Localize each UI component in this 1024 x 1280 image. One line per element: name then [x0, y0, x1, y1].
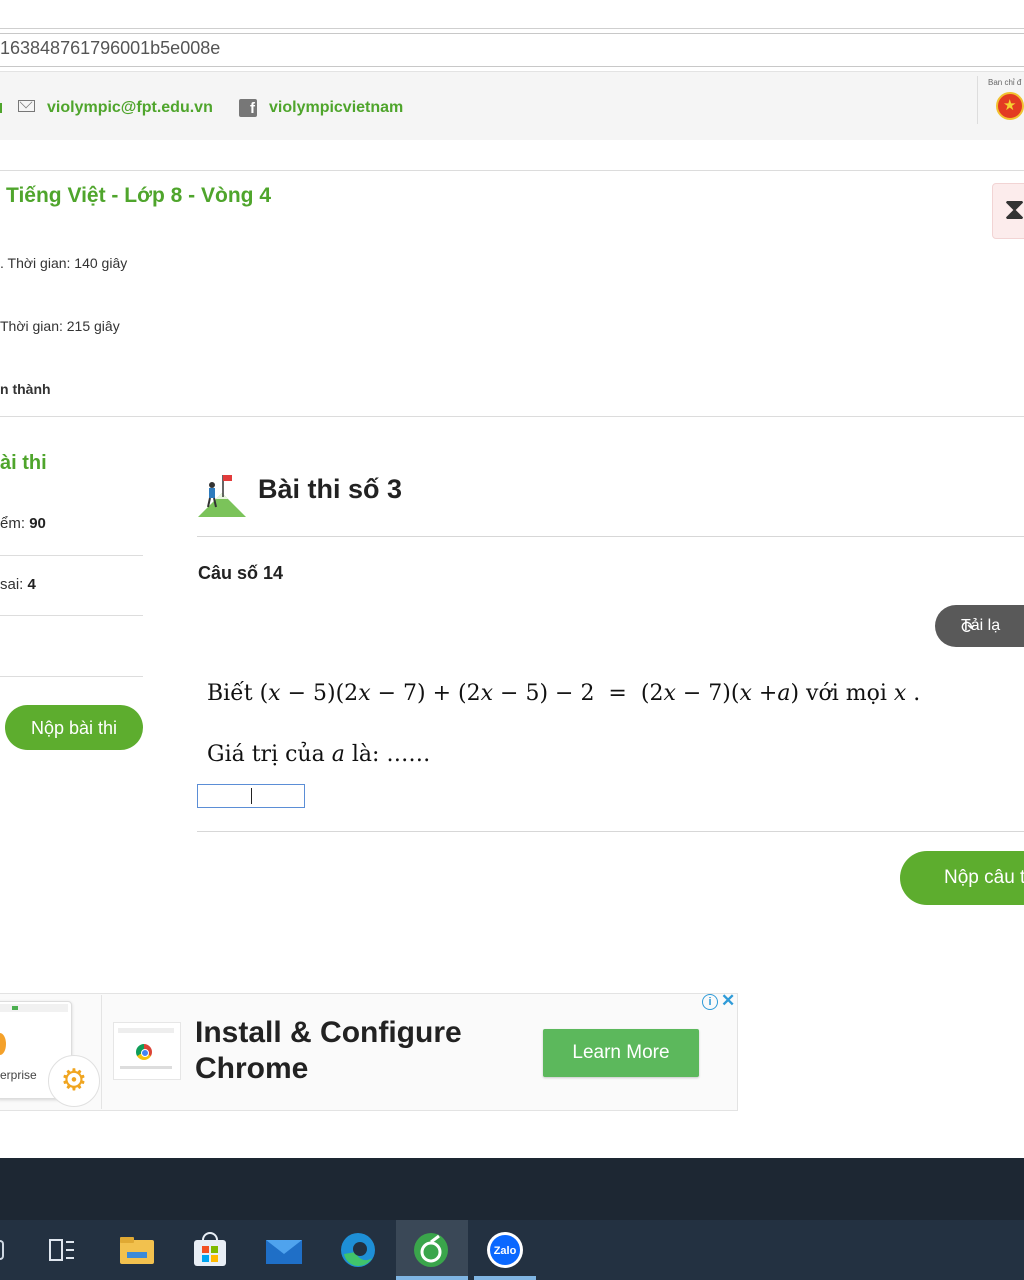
exam-title: Tiếng Việt - Lớp 8 - Vòng 4: [6, 184, 272, 207]
address-bar-url[interactable]: 163848761796001b5e008e: [0, 38, 220, 59]
mountain-flag-icon: [198, 475, 246, 517]
ad-thumbnail-text: erprise: [0, 1068, 37, 1082]
ad-divider: [101, 995, 102, 1109]
zalo-icon[interactable]: Zalo: [483, 1228, 527, 1272]
microsoft-store-icon[interactable]: [188, 1228, 232, 1272]
exam-row-1: . Thời gian: 140 giây: [0, 255, 128, 271]
refresh-icon: ⟳: [961, 618, 976, 637]
ad-thumbnail-toolbar: [0, 1004, 68, 1012]
edge-icon[interactable]: [336, 1228, 380, 1272]
text-caret: [251, 788, 252, 804]
chrome-icon-center: [141, 1049, 149, 1057]
score-value: 90: [29, 515, 46, 532]
ad-thumbnail-caption: [120, 1066, 172, 1069]
facebook-icon: f: [239, 99, 257, 117]
gear-icon: ⚙: [48, 1055, 100, 1107]
score-row: ểm: 90: [0, 515, 46, 532]
contact-email-link[interactable]: violympic@fpt.edu.vn: [47, 99, 213, 117]
ad-thumbnail-dot: [12, 1006, 18, 1010]
sidebar-divider: [0, 676, 143, 677]
submit-answer-button[interactable]: Nộp câu t: [900, 851, 1024, 905]
hourglass-icon: ⧗: [1004, 193, 1024, 226]
divider: [197, 831, 1024, 832]
emblem-star-icon: ★: [1003, 97, 1017, 114]
test-title: Bài thi số 3: [258, 474, 403, 504]
ad-info-icon[interactable]: i: [702, 994, 718, 1010]
ad-headline[interactable]: Install & Configure Chrome: [195, 1015, 525, 1087]
contact-divider: [977, 76, 978, 124]
taskbar-active-indicator: [396, 1276, 468, 1280]
learn-more-button[interactable]: Learn More: [543, 1029, 699, 1077]
exam-row-3: n thành: [0, 381, 51, 397]
window-top-border: [0, 28, 1024, 29]
emblem-caption: Ban chỉ đ: [988, 78, 1022, 87]
sidebar-divider: [0, 555, 143, 556]
contact-bar-edge-mark: [0, 103, 2, 113]
wrong-value: 4: [27, 576, 36, 593]
task-view-icon[interactable]: [40, 1228, 84, 1272]
contact-facebook-link[interactable]: violympicvietnam: [269, 99, 403, 117]
sidebar-heading: ài thi: [0, 452, 47, 474]
wrong-label: sai:: [0, 576, 28, 593]
mail-icon[interactable]: [262, 1228, 306, 1272]
svg-text:Zalo: Zalo: [494, 1245, 517, 1257]
divider: [197, 536, 1024, 537]
coccoc-icon[interactable]: [409, 1228, 453, 1272]
divider: [0, 416, 1024, 417]
question-line-1: Biết (x − 5)(2x − 7) + (2x − 5) − 2 = (2…: [207, 681, 921, 706]
email-icon: [18, 100, 35, 112]
search-icon[interactable]: [0, 1240, 4, 1260]
reload-button[interactable]: Tải lạ: [935, 605, 1024, 647]
file-explorer-icon[interactable]: [115, 1228, 159, 1272]
ad-thumbnail-bar: [118, 1028, 174, 1033]
wrong-row: sai: 4: [0, 576, 36, 593]
divider: [0, 170, 1024, 171]
taskbar-running-indicator: [474, 1276, 536, 1280]
question-line-2: Giá trị của a là: ……: [207, 742, 431, 767]
close-icon[interactable]: ✕: [721, 991, 735, 1011]
question-number: Câu số 14: [198, 563, 284, 583]
score-label: ểm:: [0, 515, 30, 532]
page-footer: [0, 1158, 1024, 1220]
sidebar-divider: [0, 615, 143, 616]
submit-exam-button[interactable]: Nộp bài thi: [5, 705, 143, 750]
exam-row-2: Thời gian: 215 giây: [0, 318, 120, 334]
